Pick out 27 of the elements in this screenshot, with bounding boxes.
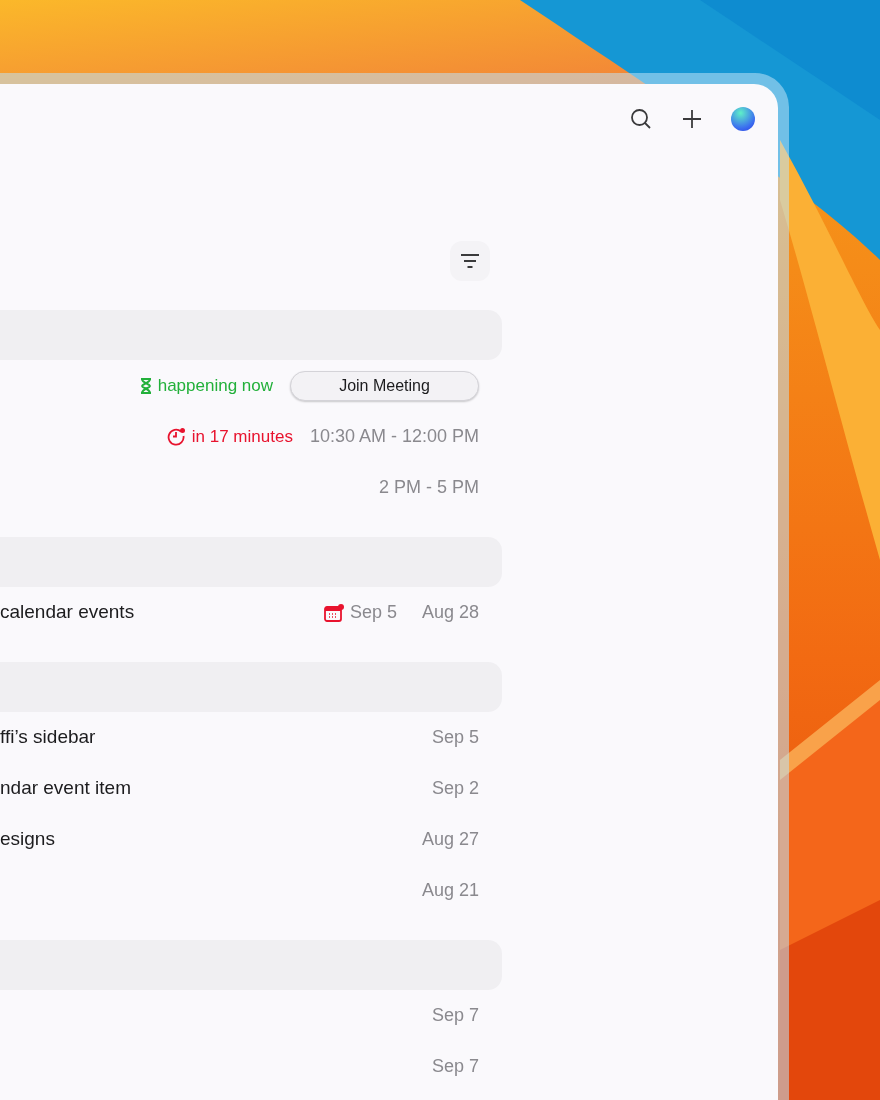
event-time: 2 PM - 5 PM: [378, 476, 479, 499]
join-meeting-button[interactable]: Join Meeting: [290, 370, 479, 401]
task-date: Sep 2: [431, 777, 479, 800]
status-text: happening now: [157, 374, 273, 397]
task-title: ndar event item: [0, 776, 131, 801]
hourglass-icon: [139, 377, 152, 394]
filter-icon: [460, 254, 480, 268]
alarm-icon: [166, 427, 186, 446]
task-date: Sep 7: [431, 1004, 479, 1027]
event-time: 10:30 AM - 12:00 PM: [309, 425, 479, 448]
task-date: Sep 7: [431, 1055, 479, 1078]
search-icon: [630, 108, 652, 130]
task-date: Aug 28: [421, 601, 479, 624]
due-date: Sep 5: [349, 601, 397, 624]
task-title: calendar events: [0, 600, 135, 625]
plus-icon: [682, 109, 702, 129]
task-date: Sep 5: [431, 726, 479, 749]
search-button[interactable]: [629, 107, 653, 131]
task-title: ffi’s sidebar: [0, 725, 96, 750]
filter-button[interactable]: [450, 241, 490, 281]
task-date: Aug 21: [421, 879, 479, 902]
task-date: Aug 27: [421, 828, 479, 851]
avatar-button[interactable]: [731, 107, 755, 131]
calendar-icon: [323, 603, 344, 622]
task-title: esigns: [0, 827, 55, 852]
status-text: in 17 minutes: [191, 425, 293, 448]
add-button[interactable]: [680, 107, 704, 131]
